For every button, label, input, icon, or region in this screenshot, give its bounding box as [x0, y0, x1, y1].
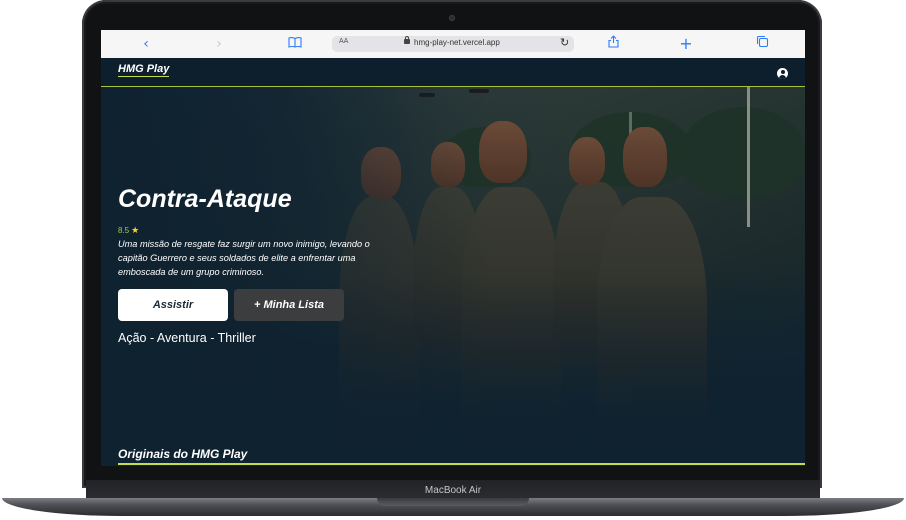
browser-toolbar: ‹ › AA hmg-play-net.vercel.app ↻ + — [101, 30, 805, 59]
movie-rating: 8.5 ★ — [118, 225, 139, 236]
reader-aa-button[interactable]: AA — [339, 38, 348, 45]
hero-banner: Contra-Ataque 8.5 ★ Uma missão de resgate… — [101, 87, 805, 466]
url-text: hmg-play-net.vercel.app — [414, 38, 500, 47]
plus-icon[interactable]: + — [679, 35, 693, 53]
rating-value: 8.5 — [118, 226, 130, 235]
book-icon[interactable] — [287, 35, 303, 53]
chevron-left-icon[interactable]: ‹ — [139, 35, 153, 53]
reload-icon[interactable]: ↻ — [560, 36, 569, 49]
movie-genres: Ação - Aventura - Thriller — [118, 331, 256, 345]
section-title-originals: Originais do HMG Play — [118, 447, 248, 461]
movie-title: Contra-Ataque — [118, 185, 292, 213]
movie-synopsis: Uma missão de resgate faz surgir um novo… — [118, 239, 370, 277]
lock-icon — [404, 36, 410, 44]
tabs-icon[interactable] — [755, 35, 769, 53]
site-header: HMG Play — [101, 58, 805, 87]
watch-button[interactable]: Assistir — [118, 289, 228, 321]
add-to-list-button[interactable]: + Minha Lista — [234, 289, 344, 321]
trackpad-notch — [377, 498, 529, 506]
laptop-hinge: MacBook Air — [86, 480, 820, 500]
browser-screen: ‹ › AA hmg-play-net.vercel.app ↻ + HMG P… — [101, 30, 805, 466]
laptop-base: MacBook Air — [2, 478, 904, 518]
device-brand-label: MacBook Air — [424, 485, 482, 496]
site-logo[interactable]: HMG Play — [118, 63, 170, 77]
section-divider — [118, 463, 805, 465]
address-bar[interactable]: AA hmg-play-net.vercel.app ↻ — [332, 36, 574, 52]
share-icon[interactable] — [606, 35, 620, 53]
star-icon: ★ — [131, 225, 140, 235]
chevron-right-icon[interactable]: › — [212, 35, 226, 53]
camera-icon — [449, 15, 455, 21]
user-circle-icon[interactable] — [777, 68, 788, 79]
